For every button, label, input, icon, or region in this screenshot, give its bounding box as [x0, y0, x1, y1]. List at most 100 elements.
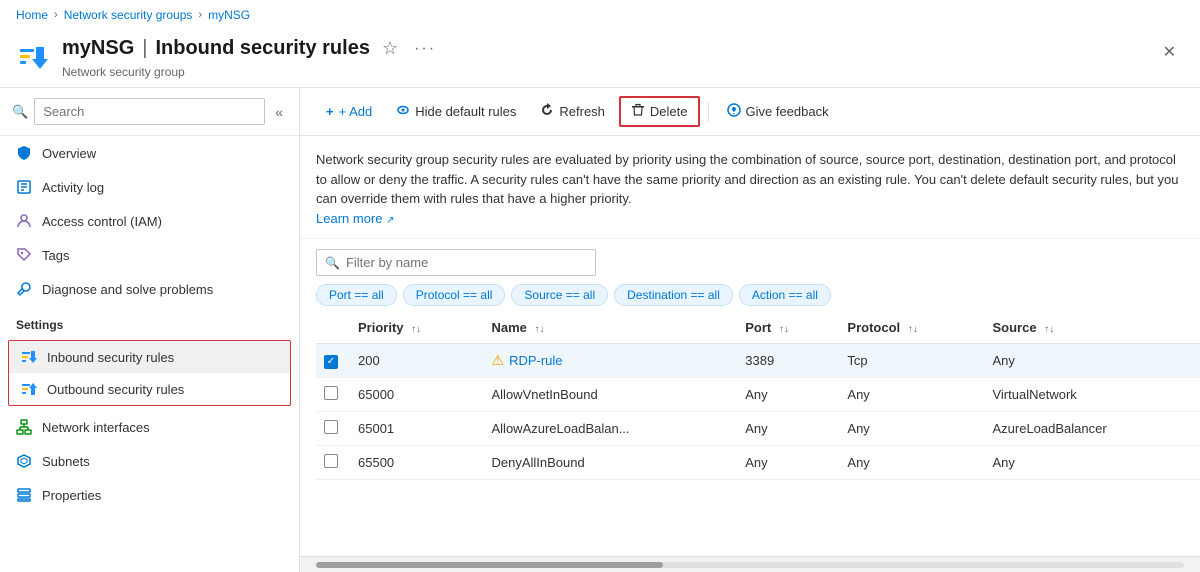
more-options-button[interactable]: ··· — [410, 36, 440, 62]
cell-protocol: Any — [839, 378, 984, 412]
scroll-thumb[interactable] — [316, 562, 663, 568]
page-title: myNSG | Inbound security rules ☆ ··· — [62, 34, 1155, 63]
page-name: Inbound security rules — [155, 37, 369, 60]
sidebar-item-subnets[interactable]: Subnets — [0, 444, 299, 478]
breadcrumb-nsg[interactable]: Network security groups — [64, 8, 193, 22]
row-checkbox[interactable] — [324, 454, 338, 468]
sidebar-item-diagnose[interactable]: Diagnose and solve problems — [0, 272, 299, 306]
page-icon — [16, 39, 52, 75]
learn-more-link[interactable]: Learn more ↗ — [316, 211, 395, 226]
filter-tag-port[interactable]: Port == all — [316, 284, 397, 306]
horizontal-scrollbar[interactable] — [300, 556, 1200, 572]
sidebar-item-tags[interactable]: Tags — [0, 238, 299, 272]
sidebar-item-outbound[interactable]: Outbound security rules — [9, 373, 290, 405]
table-header-row: Priority ↑↓ Name ↑↓ Port ↑↓ — [316, 312, 1200, 344]
sidebar: 🔍 « Overview Activity log — [0, 88, 300, 572]
table-row[interactable]: 65000AllowVnetInBoundAnyAnyVirtualNetwor… — [316, 378, 1200, 412]
cell-source: VirtualNetwork — [984, 378, 1200, 412]
sidebar-activity-log-label: Activity log — [42, 180, 104, 195]
search-input[interactable] — [34, 98, 265, 125]
sidebar-item-properties[interactable]: Properties — [0, 478, 299, 512]
col-port[interactable]: Port ↑↓ — [737, 312, 839, 344]
col-checkbox — [316, 312, 350, 344]
rule-name-link[interactable]: RDP-rule — [509, 353, 562, 368]
row-checkbox[interactable] — [324, 420, 338, 434]
sidebar-diagnose-label: Diagnose and solve problems — [42, 282, 213, 297]
sidebar-item-overview[interactable]: Overview — [0, 136, 299, 170]
cell-protocol: Any — [839, 446, 984, 480]
sidebar-item-network-interfaces[interactable]: Network interfaces — [0, 410, 299, 444]
sidebar-item-inbound[interactable]: Inbound security rules — [9, 341, 290, 373]
sidebar-item-iam[interactable]: Access control (IAM) — [0, 204, 299, 238]
source-sort-icon: ↑↓ — [1044, 324, 1054, 335]
row-checkbox[interactable] — [324, 386, 338, 400]
cell-name: DenyAllInBound — [484, 446, 738, 480]
scroll-track[interactable] — [316, 562, 1184, 568]
external-link-icon: ↗ — [386, 215, 394, 226]
log-icon — [16, 179, 32, 195]
col-priority[interactable]: Priority ↑↓ — [350, 312, 484, 344]
filter-bar: 🔍 Port == all Protocol == all Source == … — [300, 239, 1200, 312]
cell-name: AllowVnetInBound — [484, 378, 738, 412]
add-button[interactable]: + + Add — [316, 99, 382, 124]
properties-icon — [16, 487, 32, 503]
hide-default-button[interactable]: Hide default rules — [386, 98, 526, 125]
favorite-button[interactable]: ☆ — [378, 34, 402, 63]
filter-by-name-input[interactable] — [346, 255, 587, 270]
feedback-icon — [727, 103, 741, 120]
feedback-button[interactable]: Give feedback — [717, 98, 839, 125]
cell-port: 3389 — [737, 344, 839, 378]
iam-icon — [16, 213, 32, 229]
col-source[interactable]: Source ↑↓ — [984, 312, 1200, 344]
sidebar-iam-label: Access control (IAM) — [42, 214, 162, 229]
cell-source: AzureLoadBalancer — [984, 412, 1200, 446]
sidebar-subnets-label: Subnets — [42, 454, 90, 469]
cell-priority: 65500 — [350, 446, 484, 480]
port-sort-icon: ↑↓ — [779, 324, 789, 335]
filter-search-icon: 🔍 — [325, 256, 340, 270]
network-icon — [16, 419, 32, 435]
collapse-sidebar-button[interactable]: « — [271, 100, 287, 124]
col-name[interactable]: Name ↑↓ — [484, 312, 738, 344]
cell-name: AllowAzureLoadBalan... — [484, 412, 738, 446]
cell-protocol: Tcp — [839, 344, 984, 378]
close-button[interactable]: ✕ — [1155, 34, 1184, 70]
info-body: Network security group security rules ar… — [316, 152, 1178, 206]
cell-source: Any — [984, 344, 1200, 378]
rules-table-container: Priority ↑↓ Name ↑↓ Port ↑↓ — [300, 312, 1200, 556]
priority-sort-icon: ↑↓ — [411, 324, 421, 335]
cell-priority: 200 — [350, 344, 484, 378]
outbound-icon — [21, 381, 37, 397]
refresh-icon — [540, 103, 554, 120]
cell-priority: 65001 — [350, 412, 484, 446]
protocol-sort-icon: ↑↓ — [908, 324, 918, 335]
wrench-icon — [16, 281, 32, 297]
sidebar-network-label: Network interfaces — [42, 420, 150, 435]
inbound-icon — [21, 349, 37, 365]
refresh-button[interactable]: Refresh — [530, 98, 615, 125]
cell-source: Any — [984, 446, 1200, 480]
table-row[interactable]: 65001AllowAzureLoadBalan...AnyAnyAzureLo… — [316, 412, 1200, 446]
row-checkbox[interactable] — [324, 355, 338, 369]
table-row[interactable]: 65500DenyAllInBoundAnyAnyAny — [316, 446, 1200, 480]
name-sort-icon: ↑↓ — [535, 324, 545, 335]
toolbar-divider — [708, 102, 709, 122]
breadcrumb-home[interactable]: Home — [16, 8, 48, 22]
delete-button[interactable]: Delete — [619, 96, 700, 127]
filter-tag-destination[interactable]: Destination == all — [614, 284, 733, 306]
filter-tag-source[interactable]: Source == all — [511, 284, 608, 306]
filter-tag-action[interactable]: Action == all — [739, 284, 831, 306]
sidebar-properties-label: Properties — [42, 488, 101, 503]
sidebar-item-activity-log[interactable]: Activity log — [0, 170, 299, 204]
filter-input-container[interactable]: 🔍 — [316, 249, 596, 276]
filter-tags: Port == all Protocol == all Source == al… — [316, 284, 1184, 306]
cell-protocol: Any — [839, 412, 984, 446]
add-icon: + — [326, 104, 334, 119]
breadcrumb-resource[interactable]: myNSG — [208, 8, 250, 22]
filter-tag-protocol[interactable]: Protocol == all — [403, 284, 506, 306]
warning-icon: ⚠ — [492, 352, 505, 369]
delete-icon — [631, 103, 645, 120]
col-protocol[interactable]: Protocol ↑↓ — [839, 312, 984, 344]
content-area: + + Add Hide default rules Refresh — [300, 88, 1200, 572]
table-row[interactable]: 200 ⚠ RDP-rule 3389TcpAny — [316, 344, 1200, 378]
